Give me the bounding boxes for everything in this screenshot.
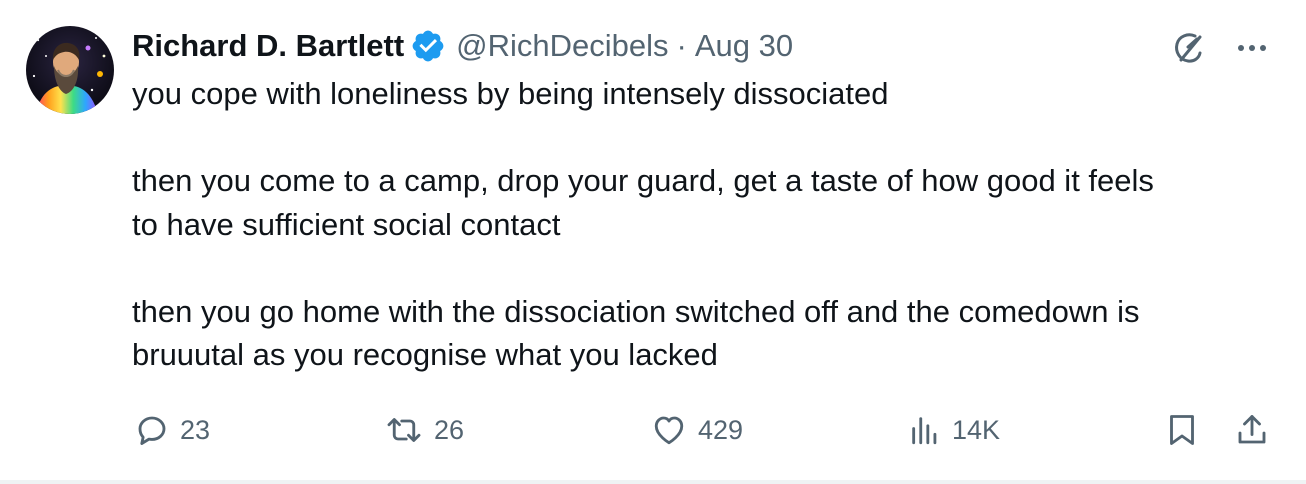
top-actions xyxy=(1168,28,1270,73)
tweet-line: bruuutal as you recognise what you lacke… xyxy=(132,337,718,372)
like-button[interactable]: 429 xyxy=(650,410,743,450)
bookmark-icon xyxy=(1170,415,1194,445)
retweet-icon xyxy=(387,418,421,442)
author-handle[interactable]: @RichDecibels xyxy=(456,28,668,64)
tweet-header: Richard D. Bartlett @RichDecibels · Aug … xyxy=(132,26,793,66)
author-name[interactable]: Richard D. Bartlett xyxy=(132,28,404,64)
tweet-actions: 23 26 429 14K xyxy=(132,410,1274,450)
divider xyxy=(0,480,1306,484)
tweet-line: you cope with loneliness by being intens… xyxy=(132,76,889,111)
tweet-line: then you go home with the dissociation s… xyxy=(132,293,1140,329)
views-count: 14K xyxy=(952,414,1001,445)
reply-button[interactable]: 23 xyxy=(134,410,210,450)
like-icon xyxy=(654,416,684,445)
tweet-paragraph: then you go home with the dissociation s… xyxy=(132,290,1272,377)
avatar-image xyxy=(26,26,114,114)
reply-icon xyxy=(138,416,166,445)
share-icon xyxy=(1238,415,1266,444)
retweet-button[interactable]: 26 xyxy=(384,410,464,450)
share-button[interactable] xyxy=(1234,410,1270,450)
tweet-text: you cope with loneliness by being intens… xyxy=(132,72,1272,377)
reply-count: 23 xyxy=(180,414,211,445)
grok-icon[interactable] xyxy=(1168,28,1208,73)
tweet-line: then you come to a camp, drop your guard… xyxy=(132,163,1154,198)
verified-badge-icon[interactable] xyxy=(410,28,446,64)
like-count: 429 xyxy=(698,414,744,445)
more-icon[interactable] xyxy=(1234,30,1270,71)
tweet-paragraph: then you come to a camp, drop your guard… xyxy=(132,159,1272,246)
tweet-paragraph: you cope with loneliness by being intens… xyxy=(132,72,1272,116)
tweet-line: to have sufficient social contact xyxy=(132,206,561,242)
bookmark-button[interactable] xyxy=(1164,410,1200,450)
tweet-card[interactable]: Richard D. Bartlett @RichDecibels · Aug … xyxy=(0,0,1306,484)
views-button[interactable]: 14K xyxy=(908,410,1000,450)
header-separator: · xyxy=(676,28,687,63)
views-icon xyxy=(912,417,937,445)
tweet-date[interactable]: Aug 30 xyxy=(695,28,793,64)
retweet-count: 26 xyxy=(434,414,465,445)
avatar[interactable] xyxy=(26,26,114,114)
